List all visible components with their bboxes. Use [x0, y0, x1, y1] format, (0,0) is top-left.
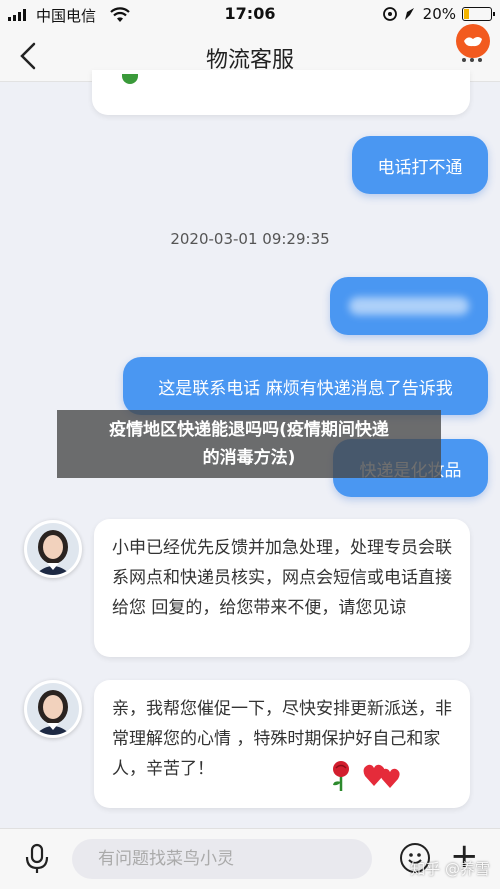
article-title-overlay: 疫情地区快递能退吗吗(疫情期间快递 的消毒方法) — [57, 410, 441, 478]
rose-icon — [333, 761, 349, 791]
blurred-text — [349, 297, 469, 315]
location-icon — [382, 7, 414, 21]
message-text: 小申已经优先反馈并加急处理，处理专员会联系网点和快递员核实，网点会短信或电话直接… — [112, 538, 452, 618]
agent-avatar[interactable] — [24, 520, 82, 578]
overlay-line-1: 疫情地区快递能退吗吗(疫情期间快递 — [109, 420, 389, 440]
message-timestamp: 2020-03-01 09:29:35 — [170, 230, 330, 248]
battery-icon — [462, 7, 495, 21]
agent-avatar[interactable] — [24, 680, 82, 738]
microphone-icon[interactable] — [24, 843, 50, 875]
more-button[interactable] — [456, 24, 490, 58]
user-message-blurred — [330, 277, 488, 335]
user-message: 这是联系电话 麻烦有快递消息了告诉我 — [123, 357, 488, 415]
watermark: 知乎 @养雪 — [410, 860, 490, 878]
agent-avatar-image — [27, 523, 79, 575]
user-message: 电话打不通 — [352, 136, 488, 194]
message-input[interactable] — [72, 839, 372, 879]
status-bar: 中国电信 17:06 20% — [0, 0, 500, 30]
agent-message: 亲，我帮您催促一下，尽快安排更新派送，非常理解您的心情 ，特殊时期保护好自己和家… — [94, 680, 470, 808]
battery-percent: 20% — [422, 5, 456, 23]
message-text: 电话打不通 — [377, 157, 463, 178]
message-text: 这是联系电话 麻烦有快递消息了告诉我 — [158, 378, 453, 399]
agent-avatar-image — [27, 683, 79, 735]
cainiao-bird-icon — [464, 37, 482, 47]
overlay-line-2: 的消毒方法) — [202, 448, 296, 468]
more-icon[interactable] — [462, 58, 482, 62]
hearts-icon — [363, 764, 400, 788]
agent-message-clipped — [92, 70, 470, 115]
leaf-icon — [122, 74, 138, 84]
agent-message: 小申已经优先反馈并加急处理，处理专员会联系网点和快递员核实，网点会短信或电话直接… — [94, 519, 470, 657]
